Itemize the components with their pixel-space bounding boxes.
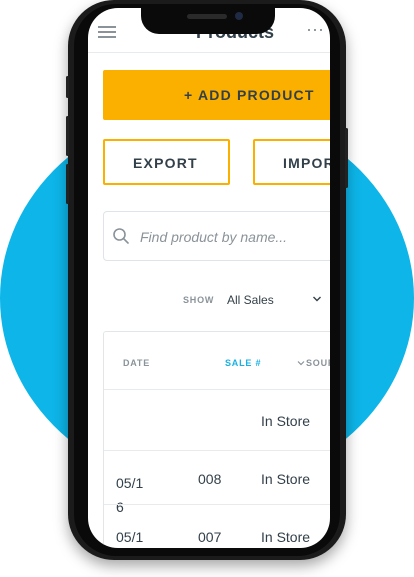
- chevron-down-icon[interactable]: [312, 294, 322, 304]
- phone-mute-switch: [66, 76, 69, 98]
- import-label: IMPOR: [283, 155, 330, 171]
- column-header-sale-number[interactable]: SALE #: [225, 358, 261, 368]
- search-placeholder: Find product by name...: [140, 229, 288, 245]
- phone-power-button: [345, 128, 348, 188]
- table-cell-source: In Store: [261, 529, 311, 545]
- phone-screen: Products ⋯ + ADD PRODUCT EXPORT IMPOR Fi…: [88, 8, 330, 548]
- phone-volume-up: [66, 116, 69, 156]
- export-label: EXPORT: [133, 155, 198, 171]
- speaker-grille: [187, 14, 227, 19]
- column-header-source[interactable]: SOUR: [306, 358, 330, 368]
- table-cell-date: 05/1 6: [116, 475, 144, 515]
- more-dots-icon[interactable]: ⋯: [306, 20, 325, 41]
- import-button[interactable]: IMPOR: [253, 139, 330, 185]
- hamburger-icon[interactable]: [98, 26, 116, 38]
- table-cell-date: 05/1: [116, 529, 144, 545]
- table-cell-sale-number: 007: [198, 529, 222, 545]
- export-button[interactable]: EXPORT: [103, 139, 230, 185]
- phone-volume-down: [66, 164, 69, 204]
- table-cell-source: In Store: [261, 471, 311, 487]
- search-icon: [113, 228, 129, 244]
- column-header-date[interactable]: DATE: [123, 358, 150, 368]
- table-row-divider: [104, 504, 330, 505]
- sort-chevron-icon[interactable]: [297, 359, 305, 367]
- add-product-label: + ADD PRODUCT: [184, 87, 315, 103]
- phone-notch: [141, 4, 275, 34]
- table-cell-source: In Store: [261, 413, 311, 429]
- add-product-button[interactable]: + ADD PRODUCT: [103, 70, 330, 120]
- show-label: SHOW: [183, 295, 215, 305]
- search-input[interactable]: Find product by name...: [103, 211, 330, 261]
- table-header-divider: [104, 389, 330, 390]
- table-cell-sale-number: 008: [198, 471, 222, 487]
- sales-filter-select[interactable]: All Sales: [227, 293, 274, 307]
- front-camera: [235, 12, 243, 20]
- header-divider: [88, 52, 330, 53]
- table-row-divider: [104, 450, 330, 451]
